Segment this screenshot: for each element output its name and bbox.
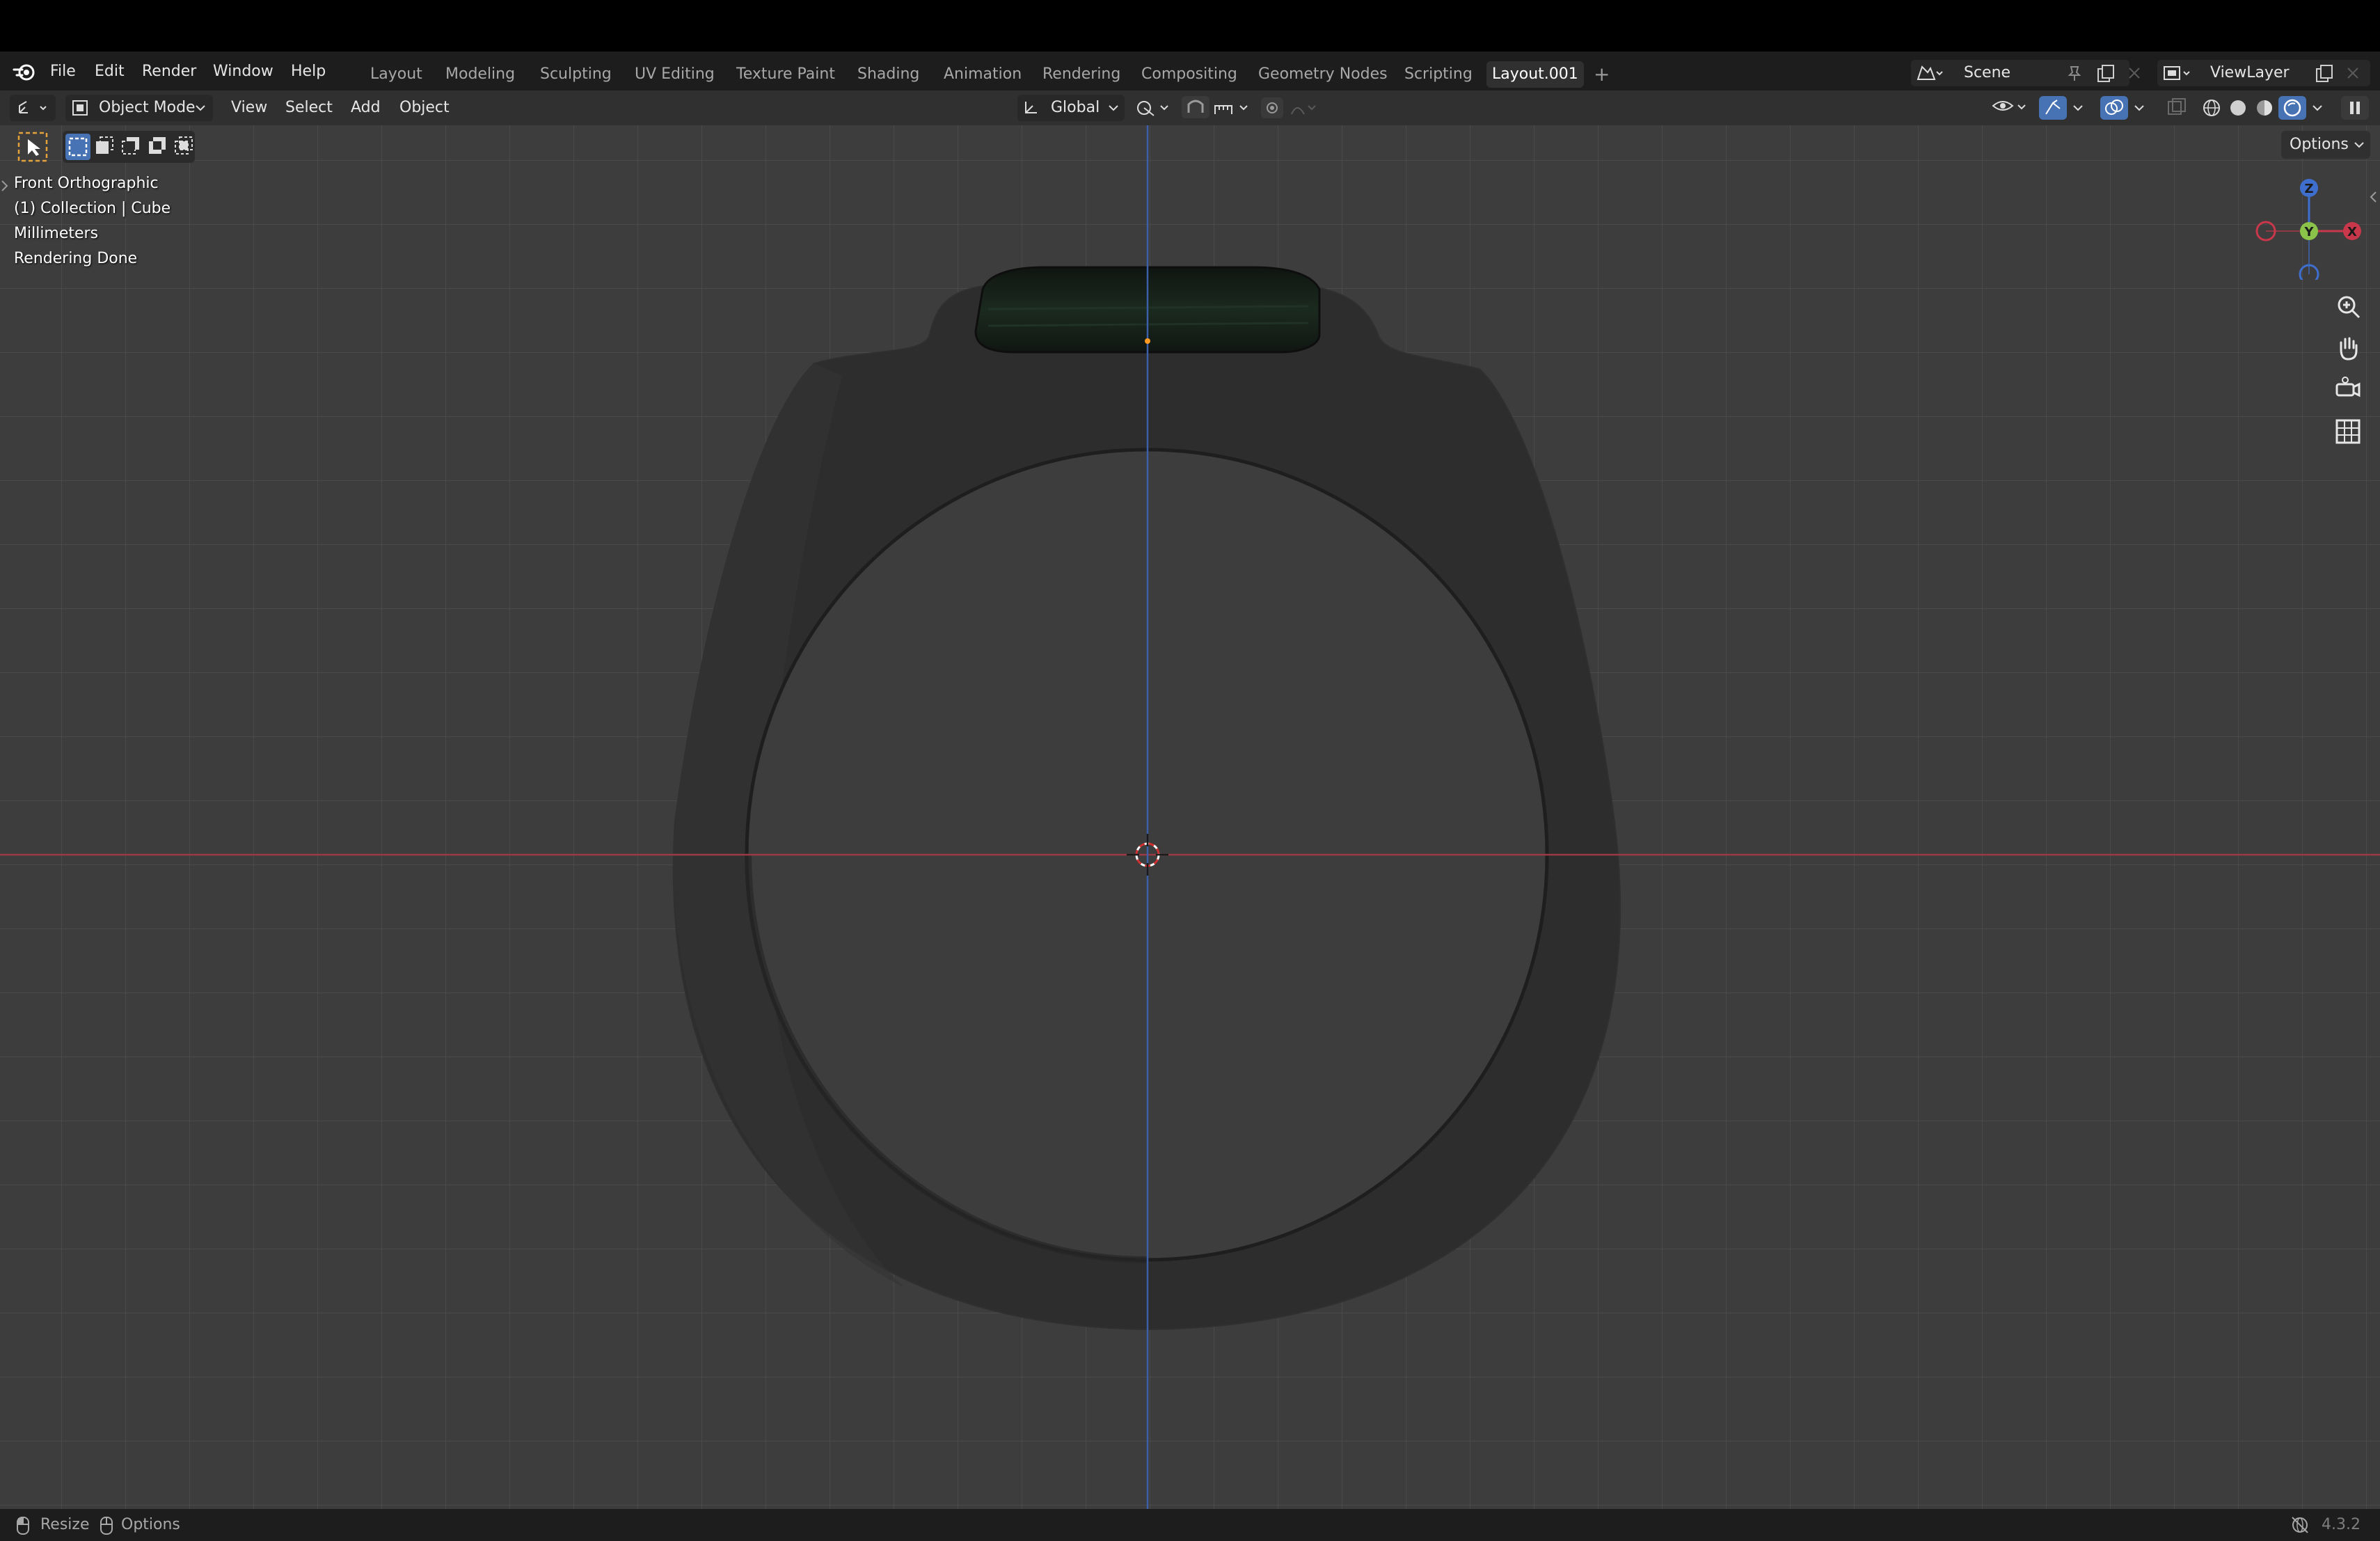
visibility-selectability-icon[interactable] — [1989, 96, 2031, 118]
chevron-down-icon — [1109, 105, 1118, 111]
pivot-point-icon[interactable] — [1134, 97, 1173, 118]
scene-name[interactable]: Scene — [1964, 60, 2010, 86]
viewport-canvas[interactable] — [0, 125, 2380, 1509]
orientation-axes-icon — [1025, 102, 1037, 113]
units-text: Millimeters — [14, 225, 99, 242]
pause-render-icon[interactable] — [2341, 96, 2369, 120]
header-menu-view[interactable]: View — [231, 95, 267, 121]
view-layer-name[interactable]: ViewLayer — [2210, 60, 2290, 86]
menu-window[interactable]: Window — [213, 60, 273, 84]
rendered-shading-icon[interactable] — [2278, 96, 2306, 120]
orientation-label: Global — [1051, 99, 1100, 116]
view-layer-icon — [2164, 66, 2190, 80]
new-view-layer-icon[interactable] — [2315, 64, 2334, 84]
tab-animation[interactable]: Animation — [938, 61, 1027, 88]
editor-type-icon — [19, 101, 47, 113]
transform-orientation-dropdown[interactable]: Global — [1017, 95, 1125, 121]
pin-icon[interactable] — [2065, 64, 2084, 82]
show-gizmo-icon[interactable] — [2039, 96, 2067, 120]
wireframe-shading-icon[interactable] — [2199, 97, 2224, 118]
shading-dropdown-icon[interactable] — [2309, 97, 2326, 118]
material-preview-shading-icon[interactable] — [2252, 97, 2277, 118]
intersect-selection-icon[interactable] — [171, 134, 196, 160]
zoom-icon[interactable] — [2333, 291, 2363, 322]
object-mode-dropdown[interactable]: Object Mode — [65, 95, 213, 121]
snap-target-icon[interactable] — [1212, 97, 1254, 118]
select-tool-icon[interactable] — [17, 131, 49, 163]
render-status-text: Rendering Done — [14, 250, 138, 267]
overlays-dropdown-icon[interactable] — [2131, 97, 2148, 118]
3d-viewport[interactable]: Front Orthographic (1) Collection | Cube… — [0, 125, 2380, 1509]
version-text: 4.3.2 — [2322, 1516, 2361, 1533]
toolbar-toggle-icon[interactable] — [0, 177, 10, 195]
chevron-down-icon — [196, 105, 205, 111]
scene-icon — [1917, 65, 1943, 80]
new-scene-icon[interactable] — [2096, 64, 2116, 84]
tab-uv-editing[interactable]: UV Editing — [629, 61, 720, 88]
gizmo-x-label: X — [2347, 225, 2357, 239]
tab-layout[interactable]: Layout — [365, 61, 428, 88]
proportional-editing-icon[interactable] — [1261, 97, 1319, 118]
subtract-selection-icon[interactable] — [118, 134, 143, 160]
object-mode-icon — [72, 100, 88, 116]
gizmo-y-label: Y — [2303, 225, 2314, 239]
extend-selection-icon[interactable] — [92, 134, 117, 160]
gizmo-z-label: Z — [2304, 182, 2313, 196]
object-mode-label: Object Mode — [99, 99, 196, 116]
view-name-text: Front Orthographic — [14, 175, 159, 192]
menu-edit[interactable]: Edit — [95, 60, 125, 84]
menu-render[interactable]: Render — [142, 60, 196, 84]
set-selection-icon[interactable] — [65, 134, 90, 160]
options-dropdown[interactable]: Options — [2281, 131, 2370, 159]
object-origin-dot — [1145, 338, 1150, 344]
tab-compositing[interactable]: Compositing — [1136, 61, 1243, 88]
delete-scene-icon[interactable] — [2127, 65, 2142, 81]
tab-texture-paint[interactable]: Texture Paint — [731, 61, 841, 88]
tab-layout-001[interactable]: Layout.001 — [1486, 61, 1584, 88]
tab-shading[interactable]: Shading — [852, 61, 925, 88]
menu-help[interactable]: Help — [291, 60, 326, 84]
delete-view-layer-icon[interactable] — [2345, 65, 2361, 81]
chevron-down-icon — [2354, 142, 2364, 148]
tab-rendering[interactable]: Rendering — [1037, 61, 1126, 88]
tab-modeling[interactable]: Modeling — [440, 61, 521, 88]
sidebar-toggle-icon[interactable] — [2366, 188, 2379, 206]
tab-geometry-nodes[interactable]: Geometry Nodes — [1253, 61, 1393, 88]
options-label: Options — [2290, 136, 2349, 153]
navigation-gizmo[interactable]: Z X Y — [2248, 168, 2373, 280]
header-menu-select[interactable]: Select — [285, 95, 333, 121]
mouse-left-icon — [17, 1517, 29, 1535]
toggle-perspective-icon[interactable] — [2333, 416, 2363, 447]
gizmo-dropdown-icon[interactable] — [2070, 97, 2086, 118]
header-menu-object[interactable]: Object — [399, 95, 450, 121]
tab-sculpting[interactable]: Sculpting — [534, 61, 617, 88]
pan-hand-icon[interactable] — [2333, 333, 2363, 363]
solid-shading-icon[interactable] — [2226, 97, 2251, 118]
status-resize-label: Resize — [40, 1516, 90, 1533]
snap-toggle-icon[interactable] — [1182, 96, 1209, 118]
camera-view-icon[interactable] — [2333, 374, 2363, 405]
editor-type-button[interactable] — [10, 95, 56, 121]
status-bar — [0, 1509, 2380, 1541]
show-overlays-icon[interactable] — [2100, 96, 2128, 120]
mouse-right-icon — [100, 1517, 113, 1535]
invert-selection-icon[interactable] — [145, 134, 170, 160]
status-options-label: Options — [121, 1516, 180, 1533]
tab-scripting[interactable]: Scripting — [1399, 61, 1478, 88]
add-workspace-icon[interactable]: + — [1594, 61, 1610, 88]
menu-file[interactable]: File — [50, 60, 76, 84]
network-offline-icon — [2292, 1517, 2308, 1533]
xray-toggle-icon[interactable] — [2164, 97, 2188, 118]
header-menu-add[interactable]: Add — [351, 95, 381, 121]
blender-logo-icon[interactable] — [13, 60, 36, 84]
collection-object-text: (1) Collection | Cube — [14, 200, 171, 217]
